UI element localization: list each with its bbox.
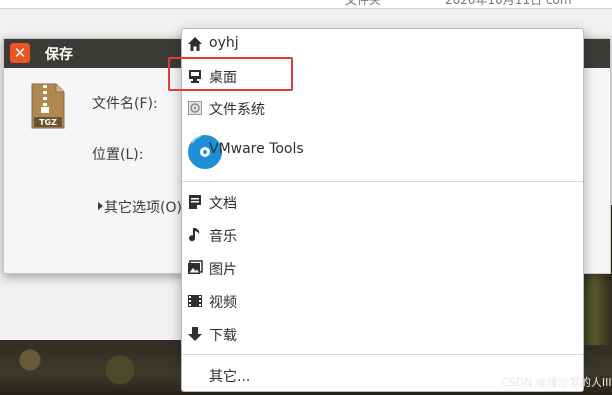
- place-item-downloads[interactable]: 下载: [182, 319, 583, 349]
- filename-label: 文件名(F):: [92, 96, 158, 112]
- annotation-highlight-box: [168, 57, 293, 91]
- place-item-home[interactable]: oyhj: [182, 29, 583, 59]
- pictures-icon: [188, 260, 203, 274]
- background-date-text: 2020年10月11日 com: [445, 0, 572, 7]
- place-item-videos[interactable]: 视频: [182, 286, 583, 316]
- dialog-title: 保存: [45, 47, 73, 63]
- popover-separator: [182, 354, 583, 355]
- archive-file-icon: TGZ: [31, 83, 65, 129]
- place-item-filesystem[interactable]: 文件系统: [182, 93, 583, 123]
- background-column-text: 文件夹: [345, 0, 382, 7]
- place-label: 文件系统: [209, 102, 265, 118]
- background-window-top: 文件夹 2020年10月11日 com: [0, 0, 612, 9]
- other-places-label: 其它...: [209, 369, 251, 385]
- place-item-documents[interactable]: 文档: [182, 187, 583, 217]
- place-item-music[interactable]: 音乐: [182, 220, 583, 250]
- watermark-text: CSDN @睡沙发的人IIII: [501, 376, 612, 389]
- expander-arrow-icon: [98, 202, 103, 210]
- other-options-label: 其它选项(O): [104, 200, 182, 216]
- place-label: oyhj: [209, 35, 239, 51]
- place-item-pictures[interactable]: 图片: [182, 253, 583, 283]
- place-label: 文档: [209, 196, 237, 212]
- place-label: 图片: [209, 262, 237, 278]
- close-button[interactable]: ✕: [10, 43, 30, 63]
- document-icon: [189, 195, 201, 209]
- place-label: VMware Tools: [209, 141, 304, 157]
- place-label: 下载: [209, 328, 237, 344]
- file-icon-label: TGZ: [39, 118, 57, 127]
- location-label: 位置(L):: [92, 147, 144, 163]
- download-icon: [188, 327, 202, 341]
- place-label: 视频: [209, 295, 237, 311]
- filesystem-icon: [188, 101, 202, 115]
- place-item-vmware-tools[interactable]: VMware Tools: [182, 129, 583, 173]
- home-icon: [188, 37, 202, 51]
- video-icon: [188, 295, 202, 307]
- popover-separator: [182, 181, 583, 182]
- music-icon: [189, 228, 200, 242]
- place-label: 音乐: [209, 229, 237, 245]
